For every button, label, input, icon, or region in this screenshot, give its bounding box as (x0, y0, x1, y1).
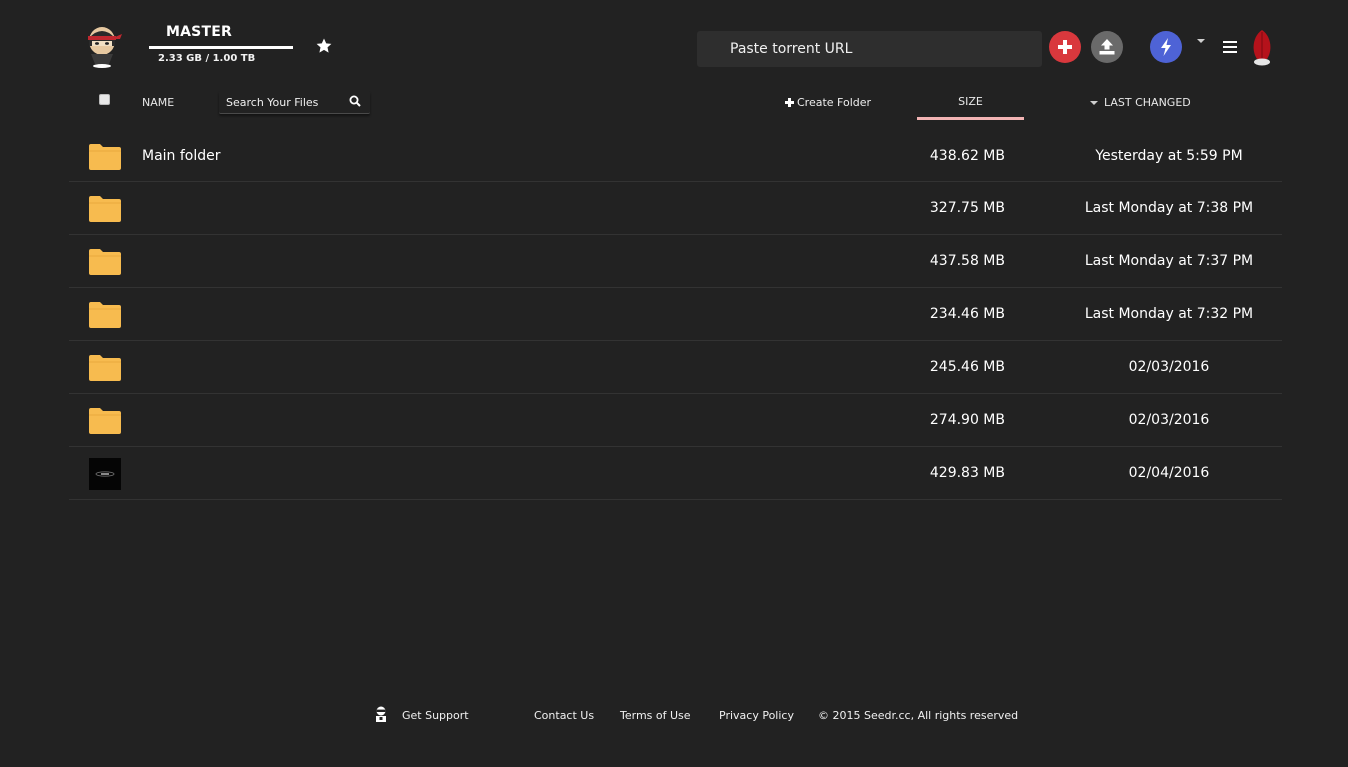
sort-caret-icon (1090, 100, 1098, 105)
contact-us-link[interactable]: Contact Us (534, 709, 594, 722)
search-icon[interactable] (349, 95, 361, 107)
ninja-avatar-icon[interactable] (82, 24, 122, 68)
file-last-changed: Last Monday at 7:32 PM (1084, 306, 1254, 322)
file-size: 245.46 MB (929, 359, 1005, 375)
user-name: MASTER (166, 24, 232, 40)
support-ninja-icon (376, 706, 386, 722)
video-thumbnail (89, 458, 121, 490)
file-name[interactable]: Main folder (142, 148, 221, 164)
footer: Get Support Contact Us Terms of Use Priv… (0, 706, 1348, 728)
terms-of-use-link[interactable]: Terms of Use (620, 709, 691, 722)
file-size: 327.75 MB (929, 200, 1005, 216)
chevron-down-icon[interactable] (1197, 39, 1205, 43)
file-last-changed: 02/04/2016 (1128, 465, 1210, 481)
file-row[interactable]: 429.83 MB 02/04/2016 (69, 447, 1282, 500)
file-last-changed: 02/03/2016 (1128, 412, 1210, 428)
file-size: 429.83 MB (929, 465, 1005, 481)
folder-icon (89, 302, 121, 328)
file-last-changed: Last Monday at 7:38 PM (1084, 200, 1254, 216)
plus-icon (1058, 40, 1072, 54)
last-changed-label: LAST CHANGED (1104, 96, 1191, 109)
file-size: 438.62 MB (929, 148, 1005, 164)
privacy-policy-link[interactable]: Privacy Policy (719, 709, 794, 722)
file-row[interactable]: 274.90 MB 02/03/2016 (69, 394, 1282, 447)
file-last-changed: 02/03/2016 (1128, 359, 1210, 375)
file-last-changed: Last Monday at 7:37 PM (1084, 253, 1254, 269)
add-torrent-button[interactable] (1049, 31, 1081, 63)
file-list: Main folder 438.62 MB Yesterday at 5:59 … (69, 130, 1282, 500)
name-column-header[interactable]: NAME (142, 96, 174, 109)
hamburger-menu-icon[interactable] (1223, 41, 1237, 53)
size-column-header[interactable]: SIZE (917, 84, 1024, 120)
upload-torrent-button[interactable] (1091, 31, 1123, 63)
copyright-text: © 2015 Seedr.cc, All rights reserved (818, 709, 1019, 722)
file-row[interactable]: 234.46 MB Last Monday at 7:32 PM (69, 288, 1282, 341)
plus-icon (784, 97, 795, 108)
create-folder-button[interactable]: Create Folder (784, 96, 871, 109)
folder-icon (89, 249, 121, 275)
seedr-feather-logo[interactable] (1250, 30, 1274, 68)
select-all-checkbox[interactable] (99, 94, 110, 105)
file-size: 437.58 MB (929, 253, 1005, 269)
file-row[interactable]: 245.46 MB 02/03/2016 (69, 341, 1282, 394)
create-folder-label: Create Folder (797, 96, 872, 109)
folder-icon (89, 144, 121, 170)
folder-icon (89, 196, 121, 222)
storage-usage-text: 2.33 GB / 1.00 TB (158, 53, 256, 64)
lightning-icon (1161, 38, 1171, 56)
folder-icon (89, 355, 121, 381)
storage-usage-bar (149, 46, 293, 49)
premium-button[interactable] (1150, 31, 1182, 63)
file-size: 234.46 MB (929, 306, 1005, 322)
file-row[interactable]: 327.75 MB Last Monday at 7:38 PM (69, 182, 1282, 235)
search-input[interactable] (226, 94, 341, 110)
file-last-changed: Yesterday at 5:59 PM (1095, 148, 1243, 164)
file-row[interactable]: Main folder 438.62 MB Yesterday at 5:59 … (69, 130, 1282, 182)
folder-icon (89, 408, 121, 434)
file-manager-page: MASTER 2.33 GB / 1.00 TB Paste torrent U… (0, 0, 1348, 767)
file-row[interactable]: 437.58 MB Last Monday at 7:37 PM (69, 235, 1282, 288)
file-search (219, 91, 370, 114)
upload-icon (1099, 39, 1115, 55)
star-icon[interactable] (315, 37, 333, 55)
get-support-link[interactable]: Get Support (402, 709, 469, 722)
torrent-url-input[interactable] (697, 31, 1042, 67)
file-size: 274.90 MB (929, 412, 1005, 428)
last-changed-column-header[interactable]: LAST CHANGED (1090, 96, 1191, 109)
